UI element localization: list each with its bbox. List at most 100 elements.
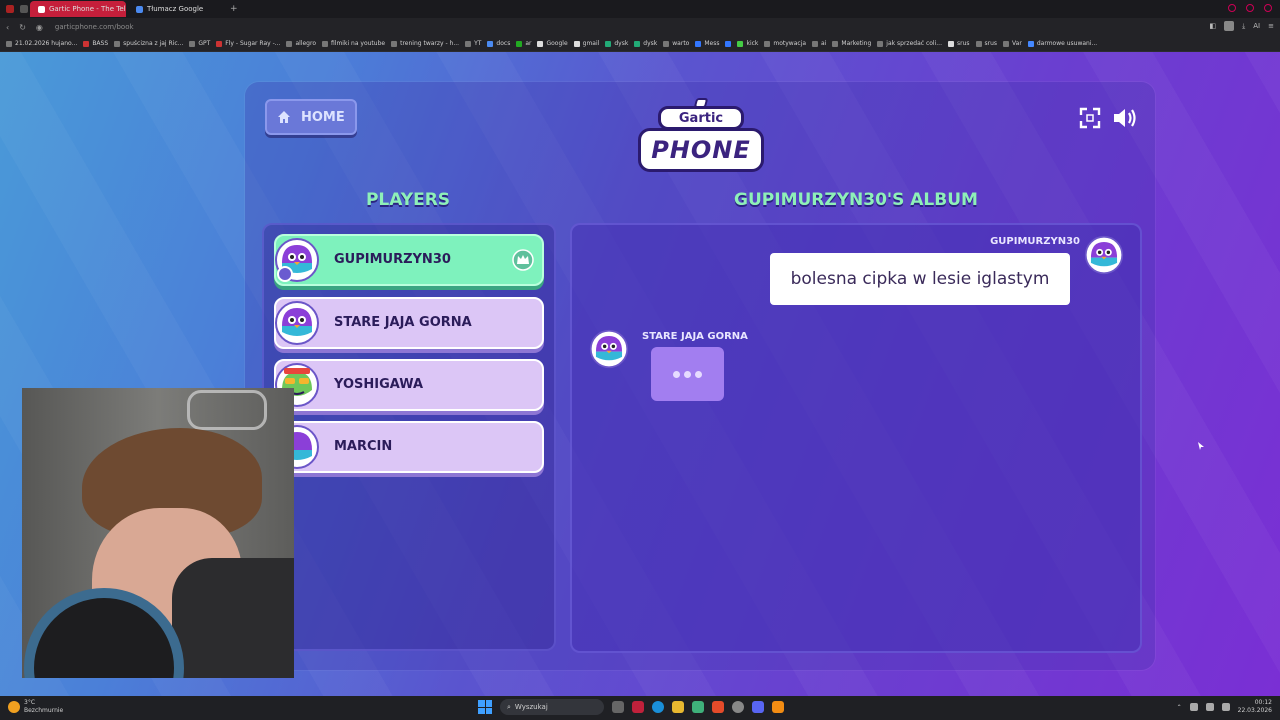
taskbar-search[interactable]: ⌕ Wyszukaj bbox=[500, 699, 604, 715]
gartic-phone-logo: Gartic PHONE bbox=[638, 98, 764, 174]
discord-icon[interactable] bbox=[752, 701, 764, 713]
download-icon[interactable]: ⤓ bbox=[1242, 22, 1245, 31]
bookmark-folder[interactable]: filmiki na youtube bbox=[322, 40, 385, 47]
bookmark-item[interactable]: docs bbox=[487, 40, 510, 47]
bookmark-item[interactable]: darmowe usuwani... bbox=[1027, 40, 1097, 47]
bookmark-item[interactable]: Mess bbox=[695, 40, 719, 47]
sound-icon[interactable] bbox=[1112, 106, 1140, 130]
player-card-host[interactable]: GUPIMURZYN30 bbox=[274, 234, 544, 286]
bookmark-item[interactable]: dysk bbox=[605, 40, 628, 47]
bookmark-folder[interactable]: warto bbox=[663, 40, 689, 47]
author-avatar bbox=[1084, 235, 1124, 275]
back-icon[interactable]: ‹ bbox=[6, 23, 9, 32]
profile-avatar[interactable] bbox=[1224, 21, 1235, 31]
weather-widget[interactable]: 3°C Bezchmurnie bbox=[8, 699, 63, 715]
tray-chevron-icon[interactable]: ⌃ bbox=[1177, 704, 1182, 711]
system-tray: ⌃ 00:12 22.03.2026 bbox=[1177, 699, 1272, 715]
bookmark-folder[interactable]: motywacja bbox=[764, 40, 806, 47]
brave-icon[interactable] bbox=[712, 701, 724, 713]
bookmark-folder[interactable]: jak sprzedać coli... bbox=[877, 40, 942, 47]
bookmark-item[interactable]: srus bbox=[947, 40, 970, 47]
bookmark-folder[interactable]: YT bbox=[465, 40, 481, 47]
fullscreen-icon[interactable] bbox=[1079, 107, 1101, 129]
bookmark-item[interactable]: dysk bbox=[634, 40, 657, 47]
tab-label: Tłumacz Google bbox=[147, 5, 204, 13]
bookmark-item[interactable]: spuścizna z jaj Ric... bbox=[114, 40, 183, 47]
mouse-cursor-icon bbox=[1198, 442, 1204, 450]
player-name: STARE JAJA GORNA bbox=[334, 315, 472, 330]
bookmark-folder[interactable]: Marketing bbox=[832, 40, 871, 47]
author-avatar bbox=[589, 329, 629, 369]
player-name: MARCIN bbox=[334, 439, 393, 454]
player-card[interactable]: MARCIN bbox=[274, 421, 544, 473]
windows-taskbar: 3°C Bezchmurnie ⌕ Wyszukaj ⌃ 00:12 22.03… bbox=[0, 696, 1280, 720]
bookmark-item[interactable]: 21.02.2026 hujano... bbox=[6, 40, 77, 47]
weather-desc: Bezchmurnie bbox=[24, 707, 64, 714]
ai-label[interactable]: AI bbox=[1253, 22, 1260, 30]
gamepad-decoration bbox=[187, 390, 267, 430]
home-label: HOME bbox=[301, 109, 345, 125]
mic-icon[interactable] bbox=[1189, 703, 1198, 711]
network-icon[interactable] bbox=[1205, 703, 1214, 711]
typing-indicator bbox=[651, 347, 724, 401]
reload-icon[interactable]: ↻ bbox=[19, 23, 26, 32]
weather-temp: 3°C bbox=[24, 699, 36, 706]
album-entry-author: STARE JAJA GORNA bbox=[642, 331, 748, 342]
logo-bottom-text: PHONE bbox=[638, 128, 764, 172]
address-bar: ‹ ↻ ◉ garticphone.com/book ◧ ⤓ AI ≡ bbox=[0, 18, 1280, 36]
opera-icon[interactable] bbox=[632, 701, 644, 713]
file-explorer-icon[interactable] bbox=[672, 701, 684, 713]
browser-menu-icons[interactable] bbox=[6, 5, 28, 13]
bookmark-item[interactable]: Fly - Sugar Ray -... bbox=[216, 40, 280, 47]
extensions-icon[interactable]: ◧ bbox=[1210, 22, 1217, 30]
task-view-icon[interactable] bbox=[612, 701, 624, 713]
host-badge-icon bbox=[277, 266, 293, 282]
player-name: YOSHIGAWA bbox=[334, 377, 424, 392]
home-icon bbox=[278, 111, 290, 123]
bookmark-folder[interactable]: ai bbox=[812, 40, 826, 47]
album-entry-author: GUPIMURZYN30 bbox=[990, 236, 1080, 247]
bookmark-item[interactable]: Google bbox=[537, 40, 568, 47]
bookmark-folder[interactable]: Var bbox=[1003, 40, 1022, 47]
tab-gartic-phone[interactable]: Gartic Phone - The Telep bbox=[30, 1, 126, 17]
menu-icon[interactable]: ≡ bbox=[1268, 22, 1274, 30]
bookmark-item[interactable] bbox=[725, 40, 732, 47]
search-placeholder: Wyszukaj bbox=[514, 703, 548, 711]
player-name: GUPIMURZYN30 bbox=[334, 252, 451, 267]
volume-icon[interactable] bbox=[1221, 703, 1230, 711]
logo-top-text: Gartic bbox=[658, 106, 744, 130]
weather-icon bbox=[8, 701, 20, 713]
new-tab-button[interactable]: + bbox=[230, 4, 238, 14]
notepad-icon[interactable] bbox=[692, 701, 704, 713]
bookmark-item[interactable]: gmail bbox=[573, 40, 599, 47]
album-entry-text: bolesna cipka w lesie iglastym bbox=[770, 253, 1070, 305]
home-button[interactable]: HOME bbox=[265, 99, 357, 135]
bookmark-folder[interactable]: allegro bbox=[286, 40, 316, 47]
webcam-overlay bbox=[22, 388, 294, 678]
crown-icon bbox=[512, 249, 534, 271]
gartic-favicon-icon bbox=[38, 5, 45, 13]
players-title: PLAYERS bbox=[365, 190, 451, 210]
edge-icon[interactable] bbox=[652, 701, 664, 713]
vlc-icon[interactable] bbox=[772, 701, 784, 713]
bookmark-folder[interactable]: trening twarzy - h... bbox=[391, 40, 459, 47]
player-card[interactable]: YOSHIGAWA bbox=[274, 359, 544, 411]
bookmark-item[interactable]: GPT bbox=[189, 40, 210, 47]
player-card[interactable]: STARE JAJA GORNA bbox=[274, 297, 544, 349]
album-title: GUPIMURZYN30'S ALBUM bbox=[734, 190, 978, 210]
site-info-icon[interactable]: ◉ bbox=[36, 23, 43, 32]
bookmarks-bar: 21.02.2026 hujano... BASS spuścizna z ja… bbox=[0, 36, 1280, 52]
search-icon: ⌕ bbox=[507, 702, 511, 711]
url-field[interactable]: garticphone.com/book bbox=[55, 23, 134, 31]
chrome-icon[interactable] bbox=[732, 701, 744, 713]
tab-google-translate[interactable]: Tłumacz Google bbox=[128, 1, 220, 17]
window-controls[interactable] bbox=[1228, 4, 1272, 12]
bookmark-item[interactable]: ar bbox=[516, 40, 531, 47]
bookmark-folder[interactable]: srus bbox=[975, 40, 997, 47]
player-avatar bbox=[275, 301, 319, 345]
start-button[interactable] bbox=[478, 700, 492, 714]
bookmark-item[interactable]: BASS bbox=[83, 40, 108, 47]
bookmark-item[interactable]: kick bbox=[737, 40, 758, 47]
browser-tab-bar: Gartic Phone - The Telep Tłumacz Google … bbox=[0, 0, 1280, 18]
clock[interactable]: 00:12 22.03.2026 bbox=[1238, 699, 1272, 715]
